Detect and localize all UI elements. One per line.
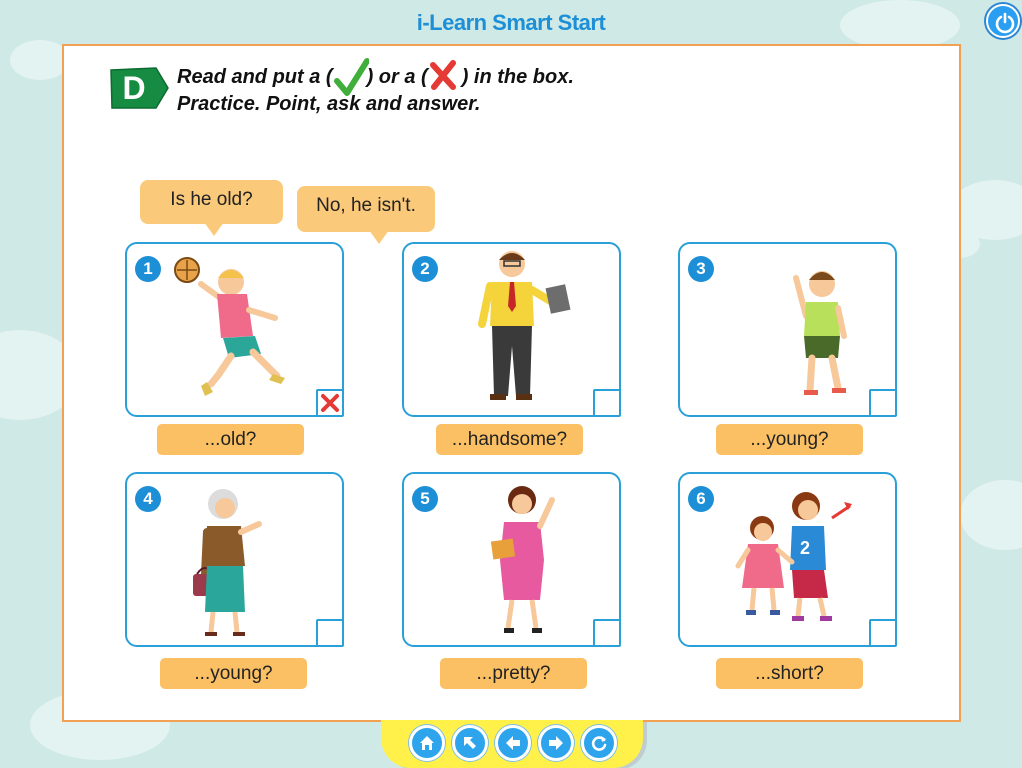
card-label-1: ...old? [157,424,304,455]
card-label-6: ...short? [716,658,863,689]
background-cloud [10,40,70,80]
book-page: D Read and put a ( ) or a ( ) in the box. … [62,44,961,722]
svg-text:2: 2 [800,538,810,558]
home-button[interactable] [409,725,445,761]
speech-bubble-answer: No, he isn't. [297,186,435,244]
card-label-5: ...pretty? [440,658,587,689]
man-with-tablet-illustration [478,251,571,400]
check-mark-icon [333,57,369,96]
cross-mark-icon [428,59,462,91]
boy-playing-ball-illustration [174,257,285,396]
arrow-left-icon [506,736,520,750]
next-button[interactable] [538,725,574,761]
refresh-icon [591,736,607,751]
picture-card-2: 2 [402,242,621,417]
home-icon [420,736,434,750]
two-girls-illustration: 2 [735,492,852,621]
instruction-text: ) or a ( [366,66,428,88]
card-label-4: ...young? [160,658,307,689]
instruction-line-2: Practice. Point, ask and answer. [177,92,481,115]
picture-card-3: 3 [678,242,897,417]
answer-checkbox[interactable] [593,619,621,647]
card-number: 1 [135,256,161,282]
speech-bubble-question: Is he old? [140,180,283,236]
card-number: 5 [412,486,438,512]
bubble-text: No, he isn't. [316,195,416,216]
arrow-up-left-icon [464,737,476,749]
answer-checkbox[interactable] [316,389,344,417]
section-letter: D [122,70,146,106]
previous-button[interactable] [495,725,531,761]
answer-checkbox[interactable] [869,389,897,417]
answer-checkbox[interactable] [869,619,897,647]
card-number: 4 [135,486,161,512]
background-cloud [960,480,1022,550]
picture-card-5: 5 [402,472,621,647]
card-number: 2 [412,256,438,282]
picture-card-1: 1 [125,242,344,417]
instruction-text: ) in the box. [461,66,574,88]
boy-waving-illustration [793,271,847,395]
answer-checkbox[interactable] [593,389,621,417]
bubble-text: Is he old? [170,189,253,210]
card-number: 3 [688,256,714,282]
refresh-button[interactable] [581,725,617,761]
card-label-3: ...young? [716,424,863,455]
app-title: i-Learn Smart Start [416,10,606,35]
instructions: Read and put a ( ) or a ( ) in the box. Pr… [177,57,677,117]
woman-with-books-illustration [490,486,555,633]
card-label-2: ...handsome? [436,424,583,455]
old-woman-with-bag-illustration [193,489,262,636]
arrow-right-icon [549,736,563,750]
power-button[interactable] [986,4,1020,38]
instruction-text: Read and put a ( [177,66,333,88]
answer-checkbox[interactable] [316,619,344,647]
picture-card-4: 4 [125,472,344,647]
power-icon [995,12,1015,34]
picture-card-6: 6 2 [678,472,897,647]
section-badge: D [108,66,170,110]
navigation-bar [381,720,643,768]
cross-mark-icon [321,394,339,412]
card-number: 6 [688,486,714,512]
back-to-start-button[interactable] [452,725,488,761]
